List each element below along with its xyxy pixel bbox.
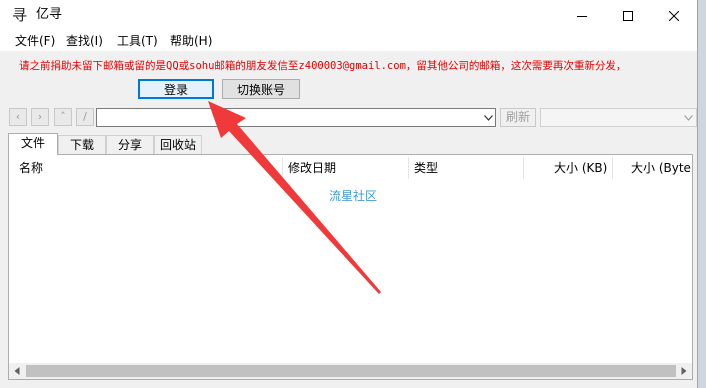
minimize-icon [577, 15, 587, 17]
close-icon [669, 10, 679, 21]
app-logo-icon: 寻 [12, 6, 28, 24]
column-modified-date[interactable]: 修改日期 [288, 157, 336, 179]
column-name[interactable]: 名称 [19, 157, 43, 179]
column-separator[interactable] [612, 157, 613, 179]
horizontal-scrollbar[interactable] [9, 363, 692, 379]
scroll-left-icon[interactable] [9, 363, 25, 379]
up-button[interactable]: ˄ [54, 108, 72, 126]
app-window: 寻 亿寻 文件(F) 查找(I) 工具(T) 帮助(H) 请之前捐助未留下邮箱或… [0, 0, 698, 388]
menu-tools[interactable]: 工具(T) [117, 33, 158, 49]
file-list[interactable]: 名称 修改日期 类型 大小 (KB) 大小 (Byte 流星社区 [8, 154, 693, 380]
tab-recycle-bin[interactable]: 回收站 [154, 135, 202, 154]
title-bar[interactable]: 寻 亿寻 [0, 0, 697, 31]
tab-downloads[interactable]: 下载 [58, 135, 106, 154]
watermark-text: 流星社区 [329, 189, 378, 203]
menu-find[interactable]: 查找(I) [66, 33, 103, 49]
chevron-down-icon [682, 109, 694, 126]
column-separator[interactable] [282, 157, 283, 179]
refresh-button[interactable]: 刷新 [500, 108, 536, 127]
close-button[interactable] [651, 0, 697, 31]
chevron-down-icon[interactable] [481, 109, 495, 126]
menu-file[interactable]: 文件(F) [15, 33, 55, 49]
path-toolbar: ‹ › ˄ / 刷新 [0, 105, 697, 129]
window-title: 亿寻 [36, 7, 63, 22]
root-button[interactable]: / [76, 108, 94, 126]
column-size-kb[interactable]: 大小 (KB) [554, 157, 607, 179]
scroll-right-icon[interactable] [676, 363, 692, 379]
minimize-button[interactable] [559, 0, 605, 31]
maximize-icon [623, 10, 633, 21]
column-separator[interactable] [408, 157, 409, 179]
scrollbar-thumb[interactable] [26, 365, 676, 377]
menu-bar: 文件(F) 查找(I) 工具(T) 帮助(H) [0, 31, 697, 51]
drive-select[interactable] [540, 108, 697, 127]
column-type[interactable]: 类型 [414, 157, 438, 179]
switch-account-button[interactable]: 切换账号 [222, 79, 300, 99]
path-combobox[interactable] [96, 108, 496, 127]
menu-help[interactable]: 帮助(H) [170, 33, 212, 49]
back-button[interactable]: ‹ [9, 108, 27, 126]
tab-files[interactable]: 文件 [8, 133, 58, 155]
forward-button[interactable]: › [31, 108, 49, 126]
login-button[interactable]: 登录 [138, 79, 214, 99]
column-separator[interactable] [523, 157, 524, 179]
maximize-button[interactable] [605, 0, 651, 31]
column-size-byte[interactable]: 大小 (Byte [631, 157, 691, 179]
notice-text: 请之前捐助未留下邮箱或留的是QQ或sohu邮箱的朋友发信至z400003@gma… [19, 60, 627, 72]
tab-share[interactable]: 分享 [106, 135, 154, 154]
